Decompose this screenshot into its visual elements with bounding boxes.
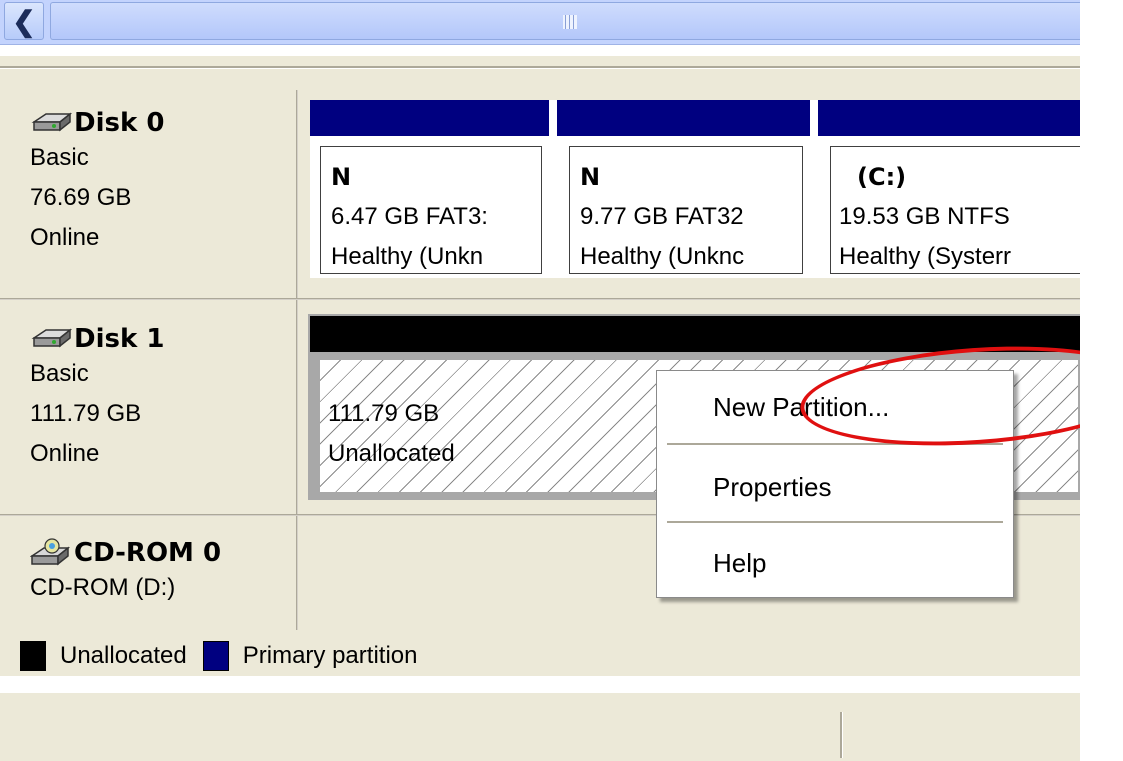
cdrom-icon <box>30 538 71 566</box>
scroll-grip-icon <box>563 15 577 29</box>
partition-2-name: N <box>580 163 601 191</box>
partition-2-health: Healthy (Unknc <box>580 243 745 270</box>
menu-item-properties[interactable]: Properties <box>713 467 832 507</box>
status-bar-divider <box>840 712 843 758</box>
hard-disk-icon <box>31 328 73 348</box>
partition-2-size: 9.77 GB FAT32 <box>580 203 744 230</box>
disk-1-status: Online <box>30 440 100 467</box>
scroll-thumb[interactable] <box>50 2 1080 40</box>
cdrom-0-label[interactable]: CD-ROM 0 CD-ROM (D:) <box>30 538 290 608</box>
top-divider-highlight <box>0 68 1080 69</box>
partition-2-header <box>557 100 810 136</box>
partition-3[interactable]: (C:) 19.53 GB NTFS Healthy (Systerr <box>830 146 1080 274</box>
disk-0-label[interactable]: Disk 0 Basic 76.69 GB Online <box>30 108 290 258</box>
scroll-left-arrow-icon[interactable]: ❮ <box>4 2 44 40</box>
partition-1-size: 6.47 GB FAT3: <box>331 203 488 230</box>
menu-separator <box>667 521 1003 524</box>
partition-2[interactable]: N 9.77 GB FAT32 Healthy (Unknc <box>569 146 803 274</box>
partition-3-health: Healthy (Systerr <box>839 243 1012 270</box>
disk-1-label[interactable]: Disk 1 Basic 111.79 GB Online <box>30 324 290 474</box>
right-margin <box>1080 0 1123 760</box>
hard-disk-icon <box>31 112 73 132</box>
disk-1-name: Disk 1 <box>74 324 165 354</box>
legend-unallocated-swatch <box>20 641 46 671</box>
disk-1-size: 111.79 GB <box>30 400 142 427</box>
unallocated-header <box>310 316 1080 352</box>
partition-1[interactable]: N 6.47 GB FAT3: Healthy (Unkn <box>320 146 542 274</box>
disk-0-status: Online <box>30 224 100 251</box>
legend: Unallocated Primary partition <box>0 632 1080 680</box>
disk-0-size: 76.69 GB <box>30 184 132 211</box>
legend-primary-swatch <box>202 641 229 671</box>
partition-1-health: Healthy (Unkn <box>331 243 484 270</box>
label-column-divider <box>296 90 298 630</box>
legend-primary-label: Primary partition <box>242 642 418 669</box>
legend-unallocated-label: Unallocated <box>60 642 187 669</box>
menu-item-help[interactable]: Help <box>713 543 766 583</box>
cdrom-0-name: CD-ROM 0 <box>74 538 222 568</box>
disk-0-title: Disk 0 <box>30 108 290 138</box>
partition-1-name: N <box>331 163 352 191</box>
cdrom-0-type: CD-ROM (D:) <box>30 574 176 601</box>
disk-1-type: Basic <box>30 360 89 387</box>
disk-0-name: Disk 0 <box>74 108 165 138</box>
partition-1-header <box>310 100 549 136</box>
disk-1-title: Disk 1 <box>30 324 290 354</box>
partition-3-header <box>818 100 1080 136</box>
disk-0-type: Basic <box>30 144 89 171</box>
horizontal-scrollbar[interactable]: ❮ <box>0 0 1080 45</box>
partition-3-name: (C:) <box>857 163 907 191</box>
row-divider-1 <box>0 298 1080 300</box>
cdrom-0-title: CD-ROM 0 <box>30 538 290 568</box>
partition-3-size: 19.53 GB NTFS <box>839 203 1010 230</box>
status-bar <box>0 692 1080 761</box>
